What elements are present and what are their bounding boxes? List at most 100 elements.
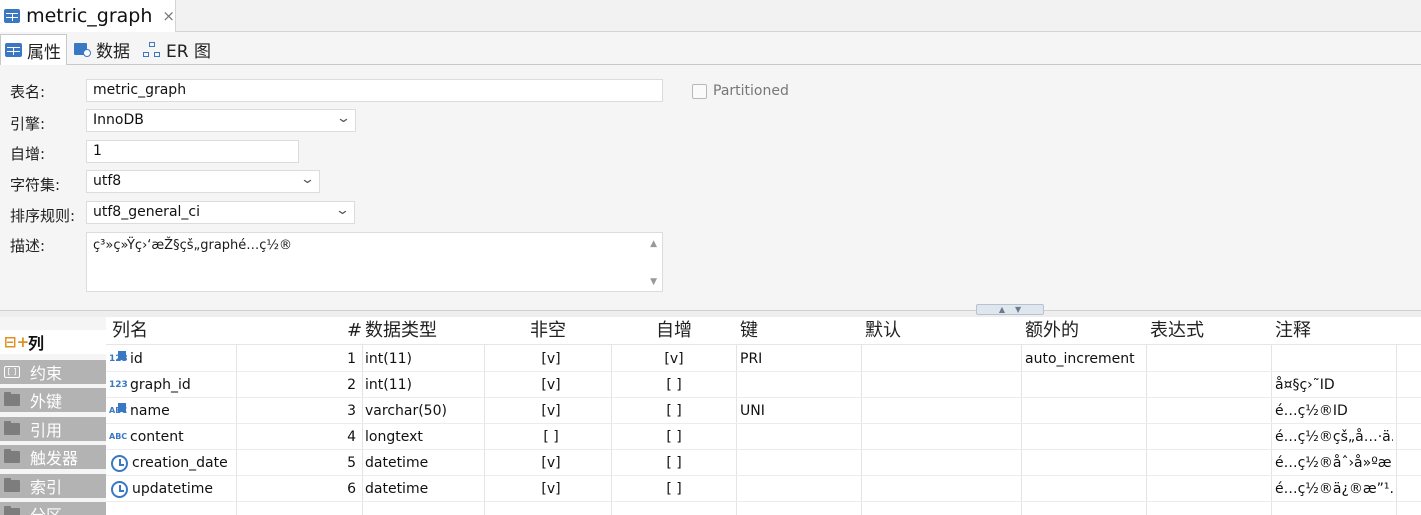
header-default[interactable]: 默认 xyxy=(859,317,901,345)
editor-tab-metric-graph[interactable]: metric_graph × xyxy=(0,0,176,32)
expand-down-icon[interactable]: ▼ xyxy=(1015,305,1021,314)
close-icon[interactable]: × xyxy=(162,7,175,25)
column-auto-increment[interactable]: [ ] xyxy=(639,372,709,398)
tab-data[interactable]: 数据 xyxy=(70,34,136,65)
table-row[interactable]: ABCname 3 varchar(50) [v] [ ] UNI é…ç½®I… xyxy=(106,398,1421,424)
table-row[interactable]: 123 graph_id 2 int(11) [v] [ ] å¤§ç›˜ID xyxy=(106,372,1421,398)
sidenav-item-triggers[interactable]: 触发器 xyxy=(0,445,106,471)
chevron-down-icon: ⌄ xyxy=(334,203,351,218)
sidenav-item-partitions[interactable]: 分区 xyxy=(0,502,106,515)
table-name-field[interactable]: metric_graph xyxy=(86,79,663,102)
tab-er-diagram[interactable]: ER 图 xyxy=(139,34,217,65)
sidenav-item-columns[interactable]: ⊟+ 列 xyxy=(0,330,106,356)
tab-properties[interactable]: 属性 xyxy=(0,34,67,65)
column-not-null[interactable]: [v] xyxy=(516,346,586,372)
column-auto-increment[interactable]: [ ] xyxy=(639,424,709,450)
header-column-name[interactable]: 列名 xyxy=(106,317,148,345)
column-type: longtext xyxy=(365,429,423,445)
panel-splitter[interactable] xyxy=(0,310,1421,317)
column-expression xyxy=(1150,476,1268,502)
collation-select[interactable]: utf8_general_ci ⌄ xyxy=(86,201,355,224)
columns-icon: ⊟+ xyxy=(4,333,30,351)
table-row[interactable]: ABC content 4 longtext [ ] [ ] é…ç½®çš„å…… xyxy=(106,424,1421,450)
column-auto-increment[interactable]: [ ] xyxy=(639,476,709,502)
charset-select[interactable]: utf8 ⌄ xyxy=(86,170,320,193)
column-not-null[interactable]: [v] xyxy=(516,372,586,398)
auto-increment-field[interactable]: 1 xyxy=(86,140,299,163)
column-not-null[interactable]: [ ] xyxy=(516,424,586,450)
table-row[interactable]: updatetime 6 datetime [v] [ ] é…ç½®ä¿®æ”… xyxy=(106,476,1421,502)
sidenav-item-indexes[interactable]: 索引 xyxy=(0,474,106,500)
partitioned-checkbox[interactable]: Partitioned xyxy=(692,83,789,99)
sidenav-item-foreign-keys[interactable]: 外键 xyxy=(0,388,106,414)
text-key-icon: ABC xyxy=(109,398,130,424)
column-auto-increment[interactable]: [ ] xyxy=(639,398,709,424)
scroll-up-icon[interactable]: ▲ xyxy=(650,239,657,249)
column-type: int(11) xyxy=(365,377,412,393)
column-comment: é…ç½®ID xyxy=(1275,403,1348,419)
column-ordinal: 6 xyxy=(347,481,356,497)
folder-icon xyxy=(4,392,20,406)
column-type: datetime xyxy=(365,455,429,471)
column-comment: é…ç½®ä¿®æ”¹... xyxy=(1275,481,1393,497)
column-auto-increment[interactable]: [ ] xyxy=(639,450,709,476)
constraint-icon: [ ] xyxy=(4,366,20,378)
table-row[interactable]: 123id 1 int(11) [v] [v] PRI auto_increme… xyxy=(106,346,1421,372)
sidenav-item-label: 列 xyxy=(28,334,45,353)
column-ordinal: 4 xyxy=(347,429,356,445)
auto-increment-label: 自增: xyxy=(10,145,46,163)
engine-select[interactable]: InnoDB ⌄ xyxy=(86,109,356,132)
description-value: ç³»ç»Ÿç›‘æŽ§çš„graphé…ç½® xyxy=(93,238,293,253)
column-default xyxy=(865,372,1015,398)
header-key[interactable]: 键 xyxy=(734,317,758,345)
folder-icon xyxy=(4,506,20,515)
chevron-down-icon: ⌄ xyxy=(299,172,316,187)
sub-tabbar: 属性 数据 ER 图 xyxy=(0,32,1421,65)
column-default xyxy=(865,450,1015,476)
editor-tabbar: metric_graph × xyxy=(0,0,1421,32)
table-icon xyxy=(4,9,21,23)
editor-tab-title: metric_graph xyxy=(26,5,153,27)
charset-value: utf8 xyxy=(93,173,122,189)
engine-label: 引擎: xyxy=(10,115,46,133)
column-extra: auto_increment xyxy=(1025,351,1135,367)
folder-icon xyxy=(4,478,20,492)
table-row[interactable]: creation_date 5 datetime [v] [ ] é…ç½®åˆ… xyxy=(106,450,1421,476)
column-not-null[interactable]: [v] xyxy=(516,450,586,476)
column-auto-increment[interactable]: [v] xyxy=(639,346,709,372)
grid-header: 列名 # 数据类型 非空 自增 键 默认 额外的 表达式 注释 xyxy=(106,317,1421,345)
sidenav-item-constraints[interactable]: [ ] 约束 xyxy=(0,360,106,386)
sidenav-item-label: 分区 xyxy=(30,502,62,515)
tab-data-label: 数据 xyxy=(96,42,130,62)
header-data-type[interactable]: 数据类型 xyxy=(359,317,437,345)
sidenav-item-label: 引用 xyxy=(30,421,63,440)
column-expression xyxy=(1150,398,1268,424)
column-comment: å¤§ç›˜ID xyxy=(1275,377,1335,393)
column-expression xyxy=(1150,372,1268,398)
header-expression[interactable]: 表达式 xyxy=(1144,317,1204,345)
partitioned-checkbox-box[interactable] xyxy=(692,83,707,99)
columns-grid: 列名 # 数据类型 非空 自增 键 默认 额外的 表达式 注释 123id 1 … xyxy=(106,317,1421,515)
column-key xyxy=(740,372,855,398)
header-not-null[interactable]: 非空 xyxy=(524,317,566,345)
description-textarea[interactable]: ç³»ç»Ÿç›‘æŽ§çš„graphé…ç½® ▲ ▼ xyxy=(86,232,663,292)
section-sidenav: ⊟+ 列 [ ] 约束 外键 引用 触发器 索引 分区 xyxy=(0,317,106,515)
column-comment xyxy=(1275,346,1393,372)
column-default xyxy=(865,346,1015,372)
clock-icon xyxy=(111,480,128,498)
sidenav-item-label: 触发器 xyxy=(30,449,79,468)
collation-value: utf8_general_ci xyxy=(93,204,200,220)
column-not-null[interactable]: [v] xyxy=(516,398,586,424)
column-not-null[interactable]: [v] xyxy=(516,476,586,502)
scroll-down-icon[interactable]: ▼ xyxy=(650,277,657,287)
collapse-up-icon[interactable]: ▲ xyxy=(999,305,1005,314)
table-name-label: 表名: xyxy=(10,83,46,101)
splitter-grip[interactable]: ▲ ▼ xyxy=(976,304,1044,315)
partitioned-label: Partitioned xyxy=(713,83,789,99)
header-comment[interactable]: 注释 xyxy=(1269,317,1311,345)
header-extra[interactable]: 额外的 xyxy=(1019,317,1079,345)
header-auto-increment[interactable]: 自增 xyxy=(650,317,692,345)
column-key xyxy=(740,450,855,476)
sidenav-item-references[interactable]: 引用 xyxy=(0,417,106,443)
column-name: updatetime xyxy=(132,481,213,497)
